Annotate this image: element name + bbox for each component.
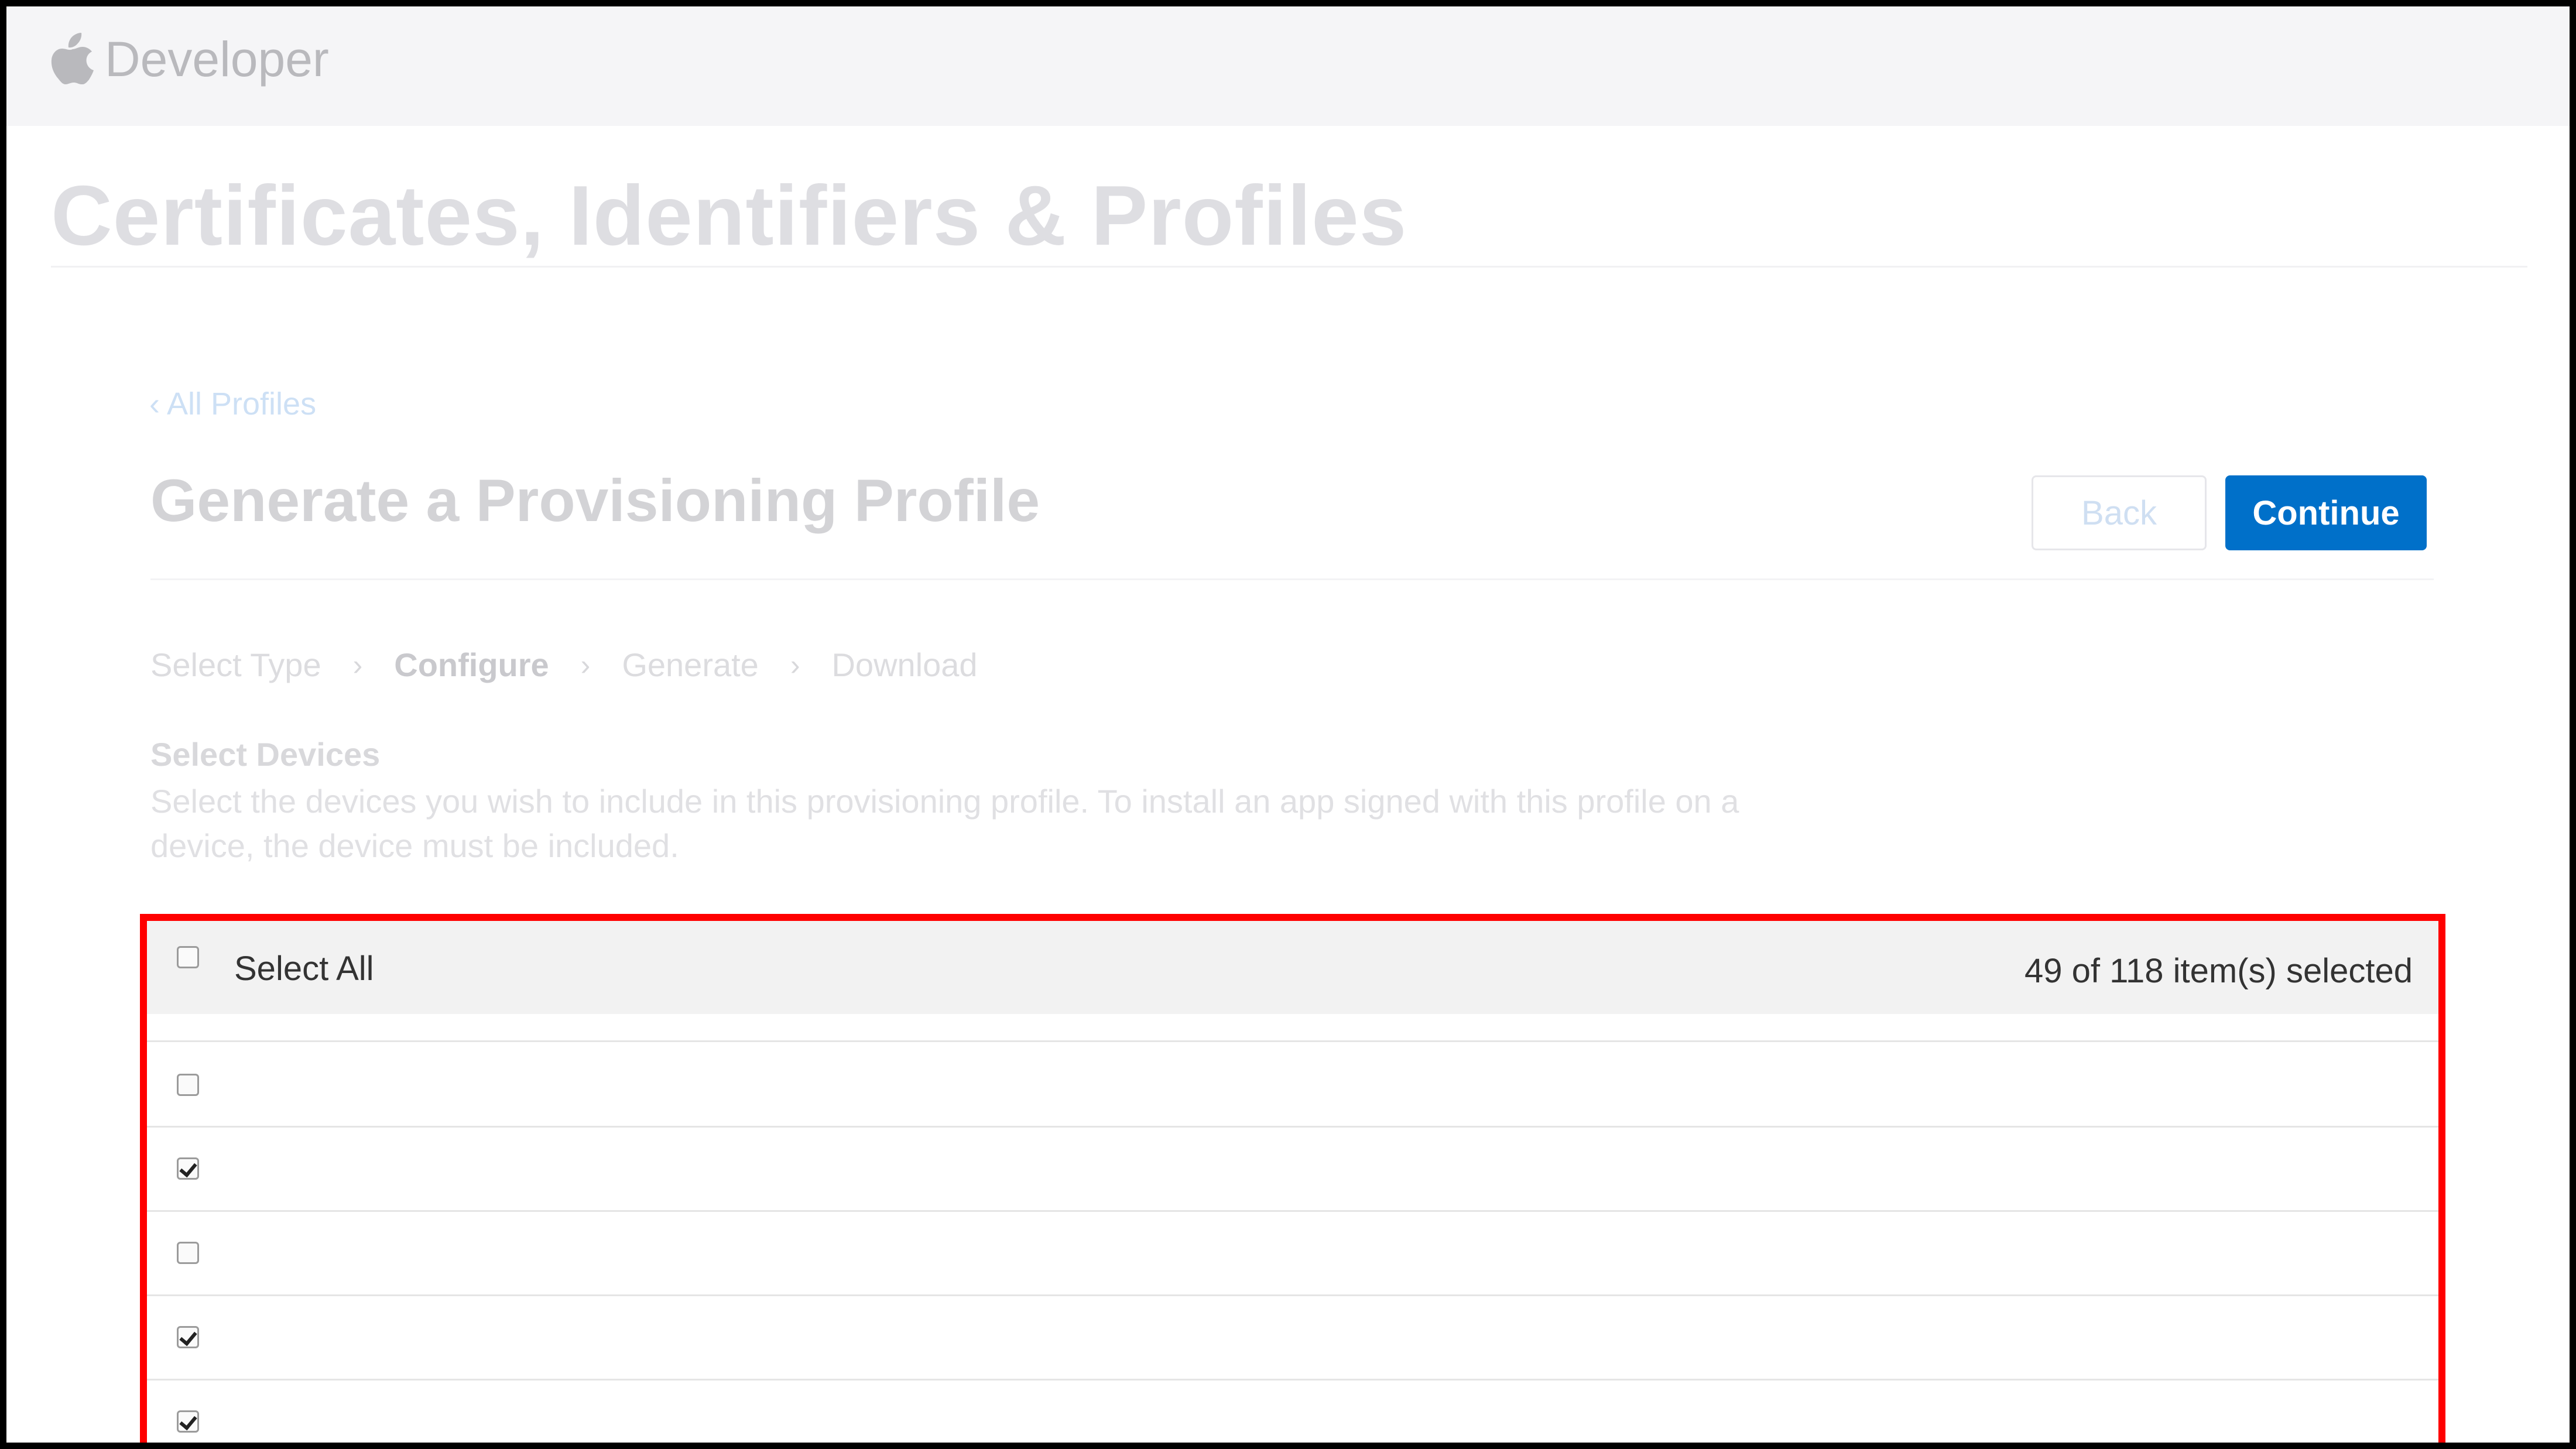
table-row[interactable] [147, 1296, 2438, 1380]
section-title: Certificates, Identifiers & Profiles [51, 168, 1407, 263]
step-configure: Configure [394, 646, 549, 683]
breadcrumb-all-profiles[interactable]: ‹ All Profiles [149, 388, 316, 420]
select-devices-description: Select the devices you wish to include i… [150, 783, 1739, 864]
select-all-label[interactable]: Select All [234, 952, 374, 986]
device-checkbox[interactable] [177, 1157, 199, 1180]
continue-button[interactable]: Continue [2225, 475, 2427, 550]
chevron-right-icon: › [790, 649, 800, 681]
step-download: Download [831, 646, 978, 683]
device-checkbox[interactable] [177, 1242, 199, 1264]
table-row[interactable] [147, 1212, 2438, 1296]
chevron-right-icon: › [580, 649, 591, 681]
device-checkbox[interactable] [177, 1326, 199, 1348]
page: Developer Certificates, Identifiers & Pr… [6, 6, 2570, 1443]
step-select-type: Select Type [150, 646, 321, 683]
heading-divider [150, 578, 2434, 580]
developer-brand-link[interactable]: Developer [105, 35, 329, 84]
title-divider [51, 266, 2527, 268]
chevron-right-icon: › [352, 649, 363, 681]
global-nav: Developer [6, 6, 2570, 126]
step-indicator: Select Type › Configure › Generate › Dow… [150, 645, 978, 686]
select-all-checkbox[interactable] [177, 946, 199, 968]
table-row[interactable] [147, 1042, 2438, 1126]
selected-count: 49 of 118 item(s) selected [2024, 952, 2413, 990]
table-row[interactable] [147, 1381, 2438, 1443]
apple-logo-icon[interactable] [51, 33, 94, 84]
device-checkbox[interactable] [177, 1074, 199, 1096]
table-row[interactable] [147, 1128, 2438, 1211]
page-title: Generate a Provisioning Profile [150, 467, 1040, 534]
table-header: Select All 49 of 118 item(s) selected [147, 921, 2438, 1014]
select-devices-heading: Select Devices [150, 736, 381, 773]
back-button[interactable]: Back [2032, 475, 2207, 550]
device-checkbox[interactable] [177, 1410, 199, 1433]
device-table: Select All 49 of 118 item(s) selected [140, 914, 2445, 1443]
step-generate: Generate [622, 646, 759, 683]
